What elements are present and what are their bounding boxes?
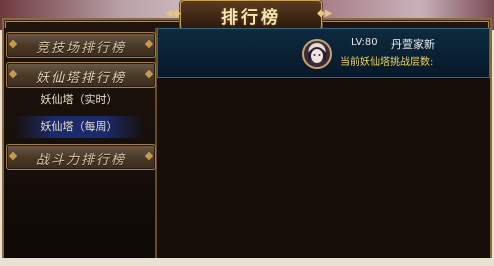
player-avatar-icon[interactable] [302,39,332,69]
subitem-tower-realtime[interactable]: 妖仙塔（实时） [14,89,144,111]
ranking-content-panel: LV:80 丹萱家新 当前妖仙塔挑战层数: [157,28,490,262]
tab-power-ranking-label: 战斗力排行榜 [35,153,126,168]
tab-demon-tower-ranking[interactable]: 妖仙塔排行榜 [6,62,156,88]
subitem-tower-weekly-label: 妖仙塔（每周） [40,120,118,133]
right-wing-ornament-icon: ◆▶ [317,8,333,19]
bottom-border [0,258,494,266]
tab-arena-ranking[interactable]: 竞技场排行榜 [6,32,156,58]
player-info-bar: LV:80 丹萱家新 当前妖仙塔挑战层数: [157,28,490,78]
title-banner: ◀◆ 排行榜 ◆▶ [165,0,332,30]
subitem-tower-weekly[interactable]: 妖仙塔（每周） [14,116,144,138]
tab-demon-tower-ranking-label: 妖仙塔排行榜 [35,71,126,86]
tower-challenge-floor-label: 当前妖仙塔挑战层数: [340,57,434,68]
player-name: 丹萱家新 [391,38,435,51]
player-level: LV:80 [351,37,378,48]
ranking-category-sidebar: 竞技场排行榜 妖仙塔排行榜 妖仙塔（实时） 妖仙塔（每周） 战斗力排行榜 [4,28,157,262]
window-title: 排行榜 [221,8,281,28]
tab-power-ranking[interactable]: 战斗力排行榜 [6,144,156,170]
tab-arena-ranking-label: 竞技场排行榜 [35,41,126,56]
subitem-tower-realtime-label: 妖仙塔（实时） [40,93,118,106]
